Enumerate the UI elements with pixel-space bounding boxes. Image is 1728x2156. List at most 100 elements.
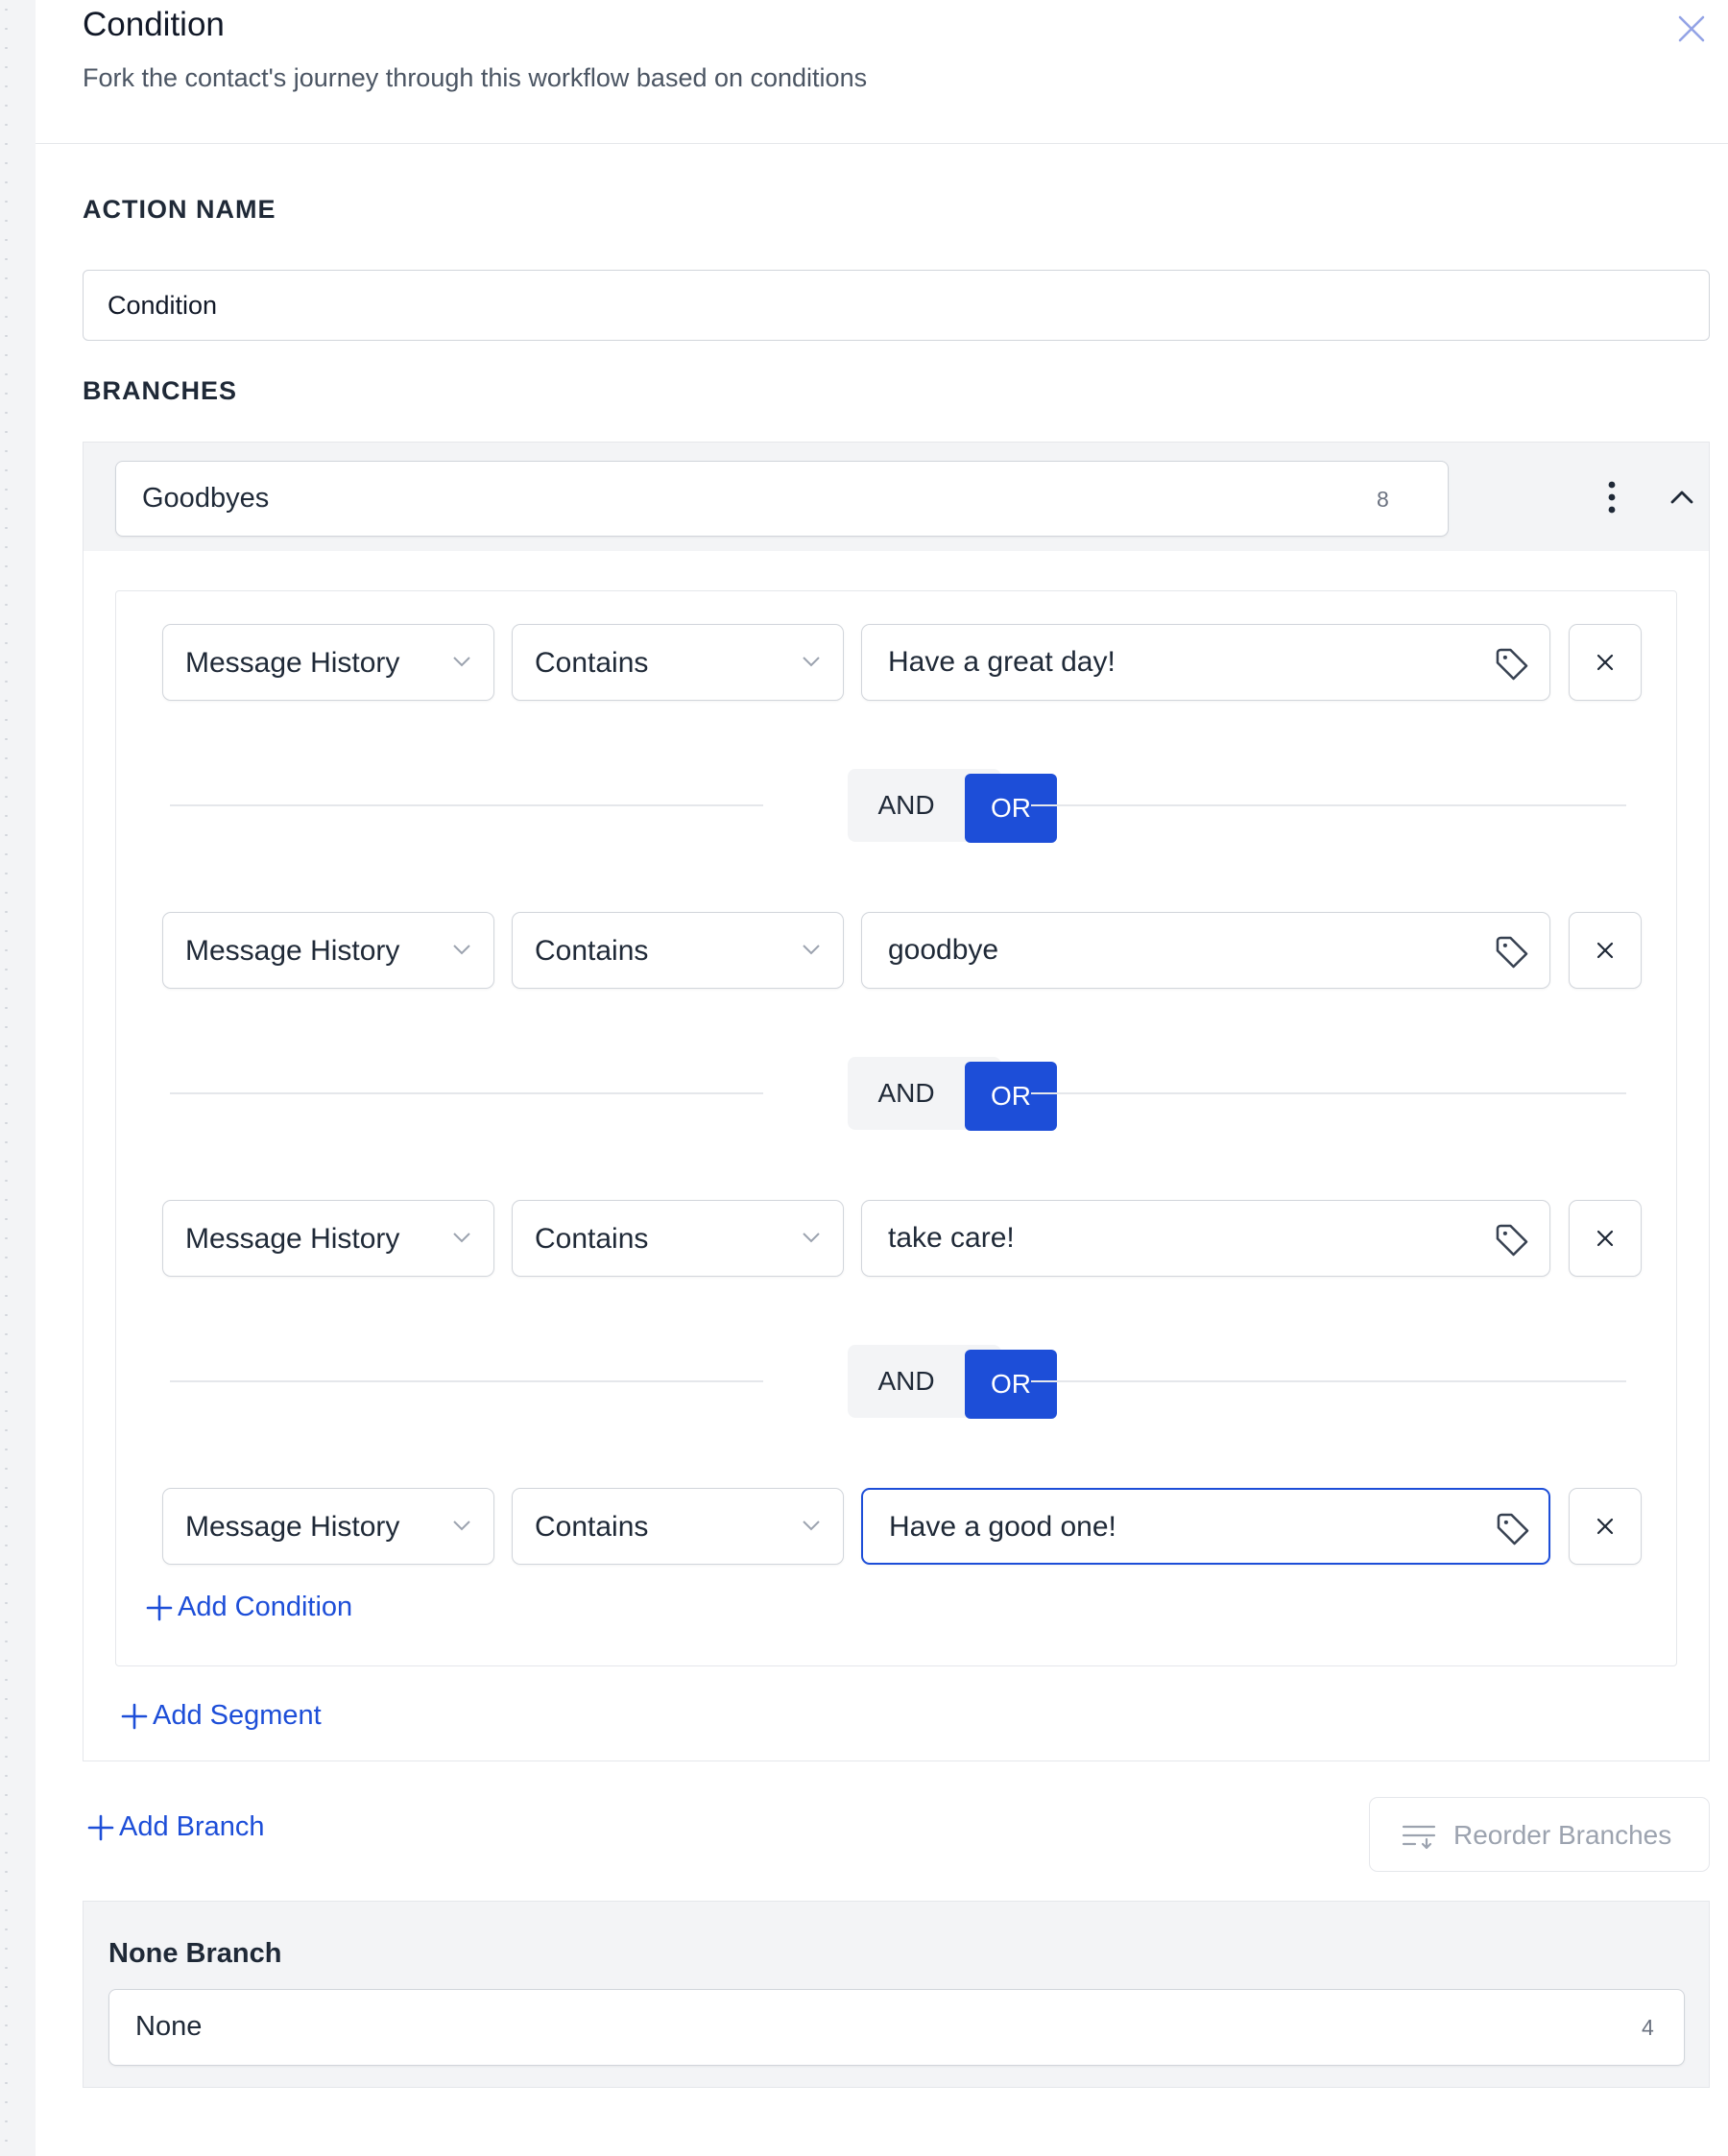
none-branch-name: None [135,2011,203,2042]
chevron-down-icon [453,657,470,667]
tag-icon[interactable] [1494,934,1530,970]
condition-segment: Message History Contains Have a great da… [115,590,1677,1666]
workflow-canvas-edge [0,0,36,2156]
operator-select-value: Contains [535,647,649,679]
add-condition-button[interactable]: Add Condition [145,1592,352,1623]
field-select-value: Message History [185,647,400,679]
branch-header: Goodbyes 8 [84,443,1709,551]
none-branch-name-field[interactable]: None 4 [108,1989,1685,2066]
divider-line [1031,804,1626,806]
or-option-selected[interactable]: OR [965,774,1057,843]
branch-card: Goodbyes 8 Message History Contains Have… [83,442,1710,1761]
operator-select[interactable]: Contains [512,624,844,701]
reorder-branches-button[interactable]: Reorder Branches [1369,1797,1710,1872]
remove-condition-button[interactable] [1569,1488,1642,1565]
and-or-toggle: AND OR [848,1345,1057,1419]
condition-value: take care! [888,1222,1015,1254]
plus-icon [87,1814,114,1840]
add-condition-label: Add Condition [178,1592,353,1622]
or-option-selected[interactable]: OR [965,1350,1057,1419]
x-icon [1596,654,1614,671]
and-option[interactable]: AND [848,1057,965,1130]
add-segment-label: Add Segment [153,1700,322,1731]
chevron-down-icon [453,1521,470,1531]
operator-select-value: Contains [535,935,649,967]
chevron-down-icon [453,1233,470,1243]
field-select-value: Message History [185,1511,400,1543]
panel-header: Condition Fork the contact's journey thr… [36,0,1728,144]
tag-icon[interactable] [1494,1222,1530,1258]
condition-value: Have a good one! [889,1511,1116,1543]
panel-title: Condition [83,6,225,43]
operator-select[interactable]: Contains [512,1488,844,1565]
condition-connector: AND OR [170,769,1629,843]
and-option[interactable]: AND [848,1345,965,1418]
divider-line [1031,1092,1626,1094]
chevron-down-icon [803,1521,820,1531]
field-select[interactable]: Message History [162,1488,494,1565]
action-name-label: ACTION NAME [83,195,276,224]
condition-value-input[interactable]: Have a good one! [861,1488,1550,1565]
plus-icon [121,1703,148,1729]
branch-name-char-count: 8 [1377,487,1389,512]
branch-name: Goodbyes [142,483,270,514]
divider-line [170,804,763,806]
condition-connector: AND OR [170,1345,1629,1419]
close-icon [1678,15,1705,42]
field-select-value: Message History [185,1223,400,1255]
remove-condition-button[interactable] [1569,1200,1642,1277]
operator-select[interactable]: Contains [512,912,844,989]
remove-condition-button[interactable] [1569,624,1642,701]
chevron-down-icon [803,1233,820,1243]
divider-line [170,1380,763,1382]
add-segment-button[interactable]: Add Segment [120,1700,322,1732]
tag-icon[interactable] [1494,646,1530,683]
none-branch-title: None Branch [108,1938,282,1969]
none-branch-char-count: 4 [1642,2015,1654,2040]
branch-name-field[interactable]: Goodbyes 8 [115,461,1449,537]
operator-select-value: Contains [535,1223,649,1255]
or-option-selected[interactable]: OR [965,1062,1057,1131]
branches-label: BRANCHES [83,376,238,405]
chevron-down-icon [453,945,470,955]
remove-condition-button[interactable] [1569,912,1642,989]
condition-row: Message History Contains take care! [162,1200,1644,1277]
tag-icon[interactable] [1495,1511,1531,1547]
condition-side-panel: Condition Fork the contact's journey thr… [36,0,1728,2156]
none-branch-card: None Branch None 4 [83,1901,1710,2088]
operator-select[interactable]: Contains [512,1200,844,1277]
condition-row: Message History Contains Have a great da… [162,624,1644,701]
close-button[interactable] [1670,8,1713,50]
plus-icon [146,1594,173,1620]
condition-row: Message History Contains goodbye [162,912,1644,989]
condition-row: Message History Contains Have a good one… [162,1488,1644,1565]
and-option[interactable]: AND [848,769,965,842]
reorder-branches-label: Reorder Branches [1453,1820,1672,1850]
chevron-up-icon [1670,491,1693,504]
field-select[interactable]: Message History [162,912,494,989]
divider-line [170,1092,763,1094]
add-branch-button[interactable]: Add Branch [86,1811,265,1843]
add-branch-label: Add Branch [119,1811,265,1842]
kebab-icon [1608,481,1616,514]
field-select[interactable]: Message History [162,624,494,701]
branch-options-button[interactable] [1602,479,1621,517]
field-select[interactable]: Message History [162,1200,494,1277]
x-icon [1596,1518,1614,1535]
x-icon [1596,1230,1614,1247]
condition-value-input[interactable]: take care! [861,1200,1550,1277]
field-select-value: Message History [185,935,400,967]
collapse-branch-button[interactable] [1663,481,1701,514]
reorder-icon [1402,1825,1436,1850]
and-or-toggle: AND OR [848,769,1057,843]
condition-value-input[interactable]: Have a great day! [861,624,1550,701]
condition-value: goodbye [888,934,999,966]
and-or-toggle: AND OR [848,1057,1057,1131]
panel-subtitle: Fork the contact's journey through this … [83,63,868,92]
chevron-down-icon [803,945,820,955]
condition-value-input[interactable]: goodbye [861,912,1550,989]
condition-value: Have a great day! [888,646,1116,678]
condition-connector: AND OR [170,1057,1629,1131]
action-name-input[interactable] [83,270,1710,341]
divider-line [1031,1380,1626,1382]
